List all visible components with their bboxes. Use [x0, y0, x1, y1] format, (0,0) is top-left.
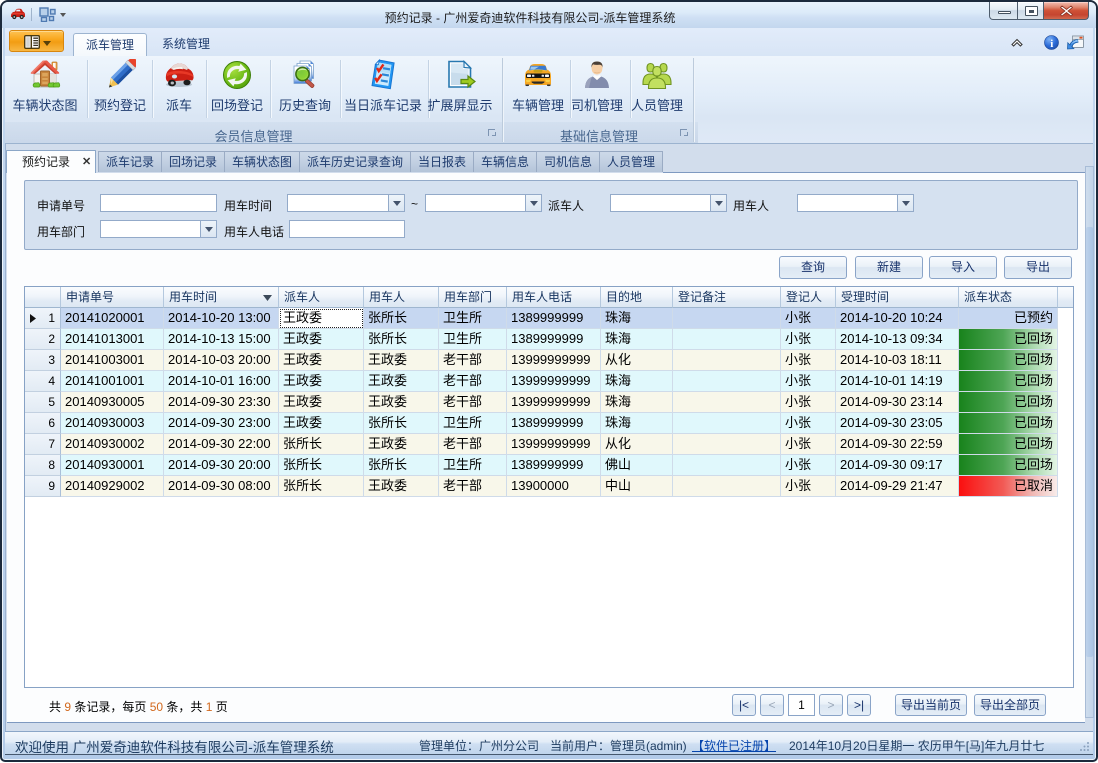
svg-text:i: i: [1050, 38, 1053, 50]
